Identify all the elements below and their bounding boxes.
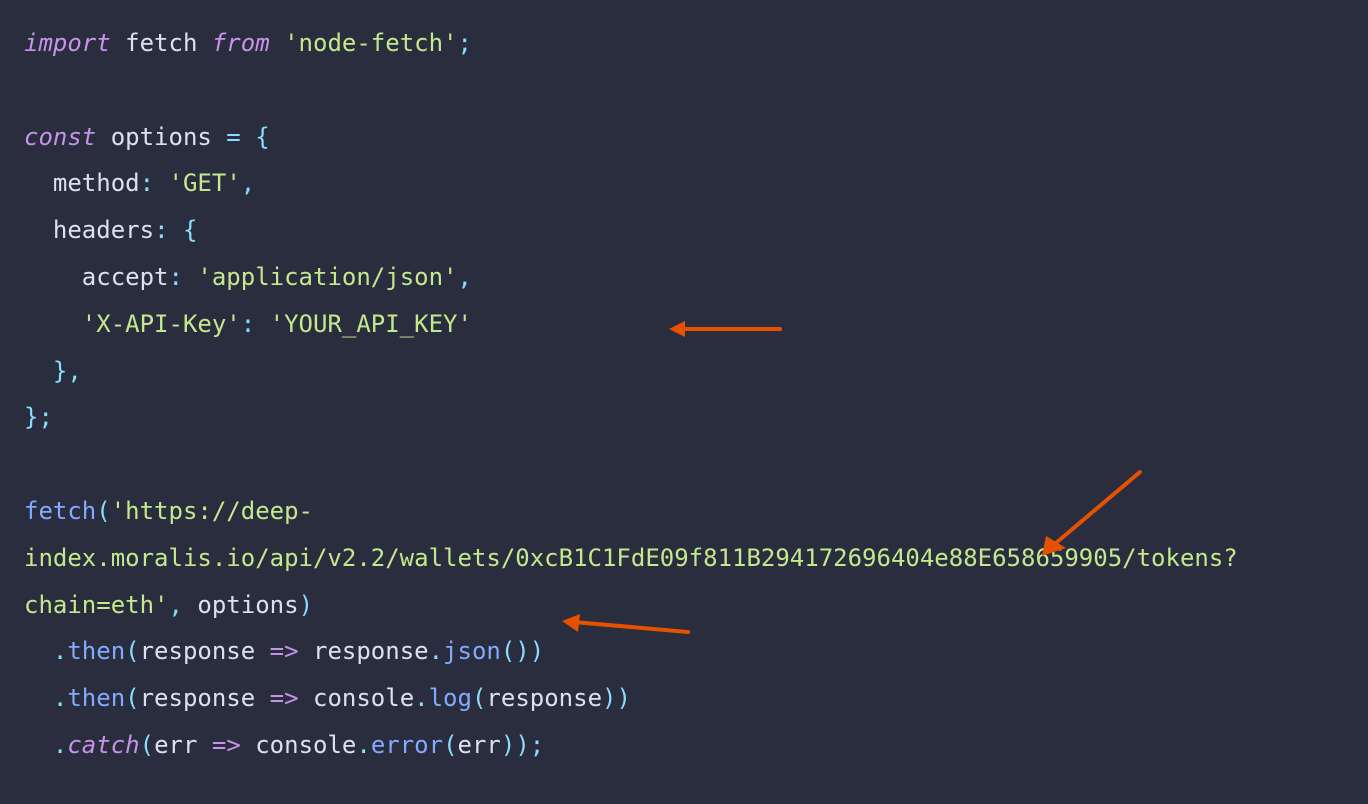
console-ref: console — [313, 684, 414, 712]
dot: . — [414, 684, 428, 712]
accept-value: 'application/json' — [197, 263, 457, 291]
accept-prop: accept — [82, 263, 169, 291]
paren-close: ) — [299, 591, 313, 619]
options-arg: options — [197, 591, 298, 619]
indent — [24, 731, 53, 759]
paren-close: ) — [515, 731, 529, 759]
paren-open: ( — [472, 684, 486, 712]
from-keyword: from — [212, 29, 270, 57]
brace-open: { — [241, 123, 270, 151]
paren-close: ) — [530, 637, 544, 665]
colon: : — [140, 169, 169, 197]
comma: , — [458, 263, 472, 291]
response-arg: response — [486, 684, 602, 712]
dot: . — [53, 731, 67, 759]
indent — [24, 684, 53, 712]
colon: : — [169, 263, 198, 291]
indent — [24, 637, 53, 665]
api-key-prop: 'X-API-Key' — [82, 310, 241, 338]
indent — [24, 263, 82, 291]
headers-prop: headers — [53, 216, 154, 244]
comma: , — [241, 169, 255, 197]
paren-open: ( — [125, 684, 139, 712]
err-arg: err — [458, 731, 501, 759]
paren-open: ( — [443, 731, 457, 759]
catch-method: catch — [67, 731, 139, 759]
paren-close: ) — [616, 684, 630, 712]
brace-close: }, — [53, 357, 82, 385]
arrow-op: => — [255, 637, 313, 665]
indent — [24, 216, 53, 244]
error-method: error — [371, 731, 443, 759]
dot: . — [429, 637, 443, 665]
err-param: err — [154, 731, 197, 759]
then-method: then — [67, 637, 125, 665]
paren-open: ( — [140, 731, 154, 759]
response-param: response — [140, 684, 256, 712]
response-param: response — [140, 637, 256, 665]
paren-open: ( — [96, 497, 110, 525]
method-prop: method — [53, 169, 140, 197]
response-ref: response — [313, 637, 429, 665]
parens: () — [501, 637, 530, 665]
api-key-value: 'YOUR_API_KEY' — [270, 310, 472, 338]
import-name: fetch — [111, 29, 212, 57]
paren-close: ) — [602, 684, 616, 712]
indent — [24, 169, 53, 197]
semicolon: ; — [458, 29, 472, 57]
then-method: then — [67, 684, 125, 712]
console-ref: console — [255, 731, 356, 759]
dot: . — [356, 731, 370, 759]
indent — [24, 310, 82, 338]
equals: = — [226, 123, 240, 151]
fetch-call: fetch — [24, 497, 96, 525]
dot: . — [53, 637, 67, 665]
code-block: import fetch from 'node-fetch'; const op… — [24, 20, 1344, 769]
method-value: 'GET' — [169, 169, 241, 197]
colon: : — [241, 310, 270, 338]
comma: , — [169, 591, 198, 619]
arrow-op: => — [197, 731, 255, 759]
const-keyword: const — [24, 123, 96, 151]
arrow-op: => — [255, 684, 313, 712]
annotation-arrow-api-key — [665, 314, 785, 344]
annotation-arrow-chain-param — [558, 612, 693, 642]
paren-close: ) — [501, 731, 515, 759]
brace-open: { — [183, 216, 197, 244]
paren-open: ( — [125, 637, 139, 665]
brace-close: }; — [24, 403, 53, 431]
colon: : — [154, 216, 183, 244]
json-method: json — [443, 637, 501, 665]
indent — [24, 357, 53, 385]
dot: . — [53, 684, 67, 712]
import-keyword: import — [24, 29, 111, 57]
semicolon: ; — [530, 731, 544, 759]
log-method: log — [429, 684, 472, 712]
annotation-arrow-url-end — [1030, 462, 1150, 562]
import-source: 'node-fetch' — [270, 29, 458, 57]
var-name: options — [96, 123, 226, 151]
